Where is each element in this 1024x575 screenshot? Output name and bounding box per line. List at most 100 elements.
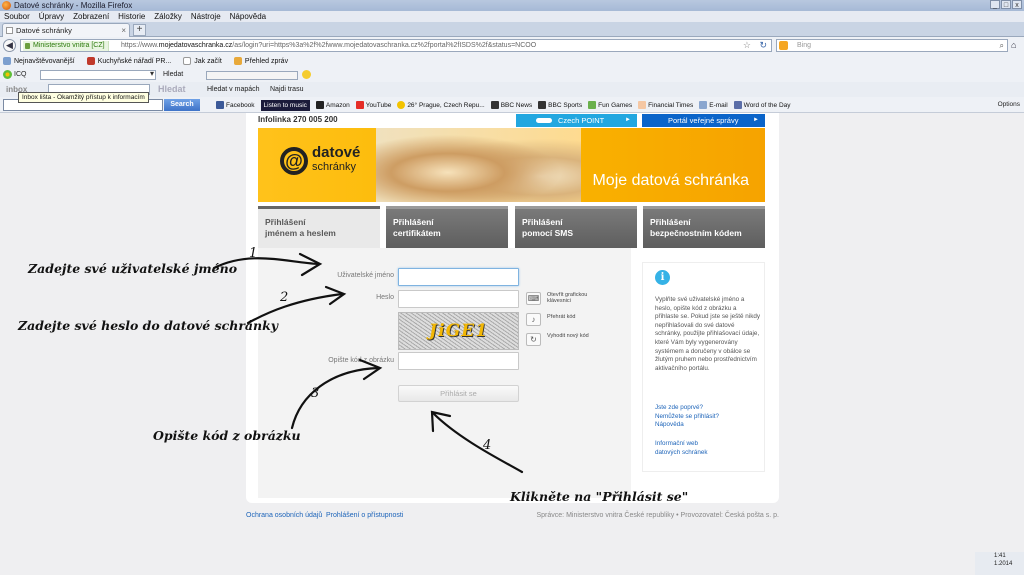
url-text[interactable]: https://www.mojedatovaschranka.cz/as/log… <box>121 40 536 51</box>
logo-text: datové schránky <box>312 145 360 174</box>
bookmark-kitchen[interactable]: Kuchyňské nářadí PR... <box>86 57 171 65</box>
info-text: Vyplňte své uživatelské jméno a heslo, o… <box>655 296 761 372</box>
toolbar-options-button[interactable]: Options <box>998 97 1020 113</box>
username-input[interactable] <box>398 268 519 286</box>
tab-login-certificate[interactable]: Přihlášení certifikátem <box>386 206 508 248</box>
tab-datove-schranky[interactable]: Datové schránky × <box>2 23 130 37</box>
firefox-icon <box>2 1 11 10</box>
menu-nastroje[interactable]: Nástroje <box>191 11 221 22</box>
toolbar-link-label: Word of the Day <box>743 101 791 109</box>
toolbar-link-label: Fun Games <box>598 101 633 109</box>
new-code-link[interactable]: Vyhodit nový kód <box>547 333 597 339</box>
accessibility-link[interactable]: Prohlášení o přístupnosti <box>326 512 403 519</box>
toolbar-youtube[interactable]: YouTube <box>355 101 392 109</box>
captcha-label: Opište kód z obrázku <box>328 357 394 364</box>
czech-point-link[interactable]: Czech POINT ► <box>516 114 637 127</box>
privacy-link[interactable]: Ochrana osobních údajů <box>246 512 322 519</box>
play-code-link[interactable]: Přehrát kód <box>547 314 597 320</box>
first-time-link[interactable]: Jste zde poprvé? <box>655 404 719 413</box>
banner-slogan: Moje datová schránka <box>592 172 749 189</box>
rss-icon <box>233 57 242 65</box>
portal-link[interactable]: Portál veřejné správy ► <box>642 114 765 127</box>
toolbar-fun-games[interactable]: Fun Games <box>588 101 632 109</box>
new-tab-button[interactable]: + <box>133 24 146 36</box>
tab-line1: Přihlášení <box>522 217 563 227</box>
bookmark-star-icon[interactable]: ☆ <box>743 40 751 51</box>
menu-napoveda[interactable]: Nápověda <box>230 11 266 22</box>
taskbar-clock: 1:41 1.2014 <box>975 552 1024 575</box>
icq-search-combo[interactable] <box>40 69 156 80</box>
menu-zalozky[interactable]: Záložky <box>154 11 182 22</box>
open-keyboard-link[interactable]: Otevřít grafickou klávesnici <box>547 292 597 304</box>
login-button[interactable]: Přihlásit se <box>398 385 519 402</box>
minimize-button[interactable]: _ <box>990 0 1000 9</box>
toolbar-email[interactable]: E-mail <box>699 101 728 109</box>
toolbar-link-label: Listen to music <box>263 101 307 109</box>
help-link[interactable]: Nápověda <box>655 421 719 430</box>
tab-login-password[interactable]: Přihlášení jménem a heslem <box>258 206 380 248</box>
login-method-tabs: Přihlášení jménem a heslem Přihlášení ce… <box>258 206 765 248</box>
tab-line2: bezpečnostním kódem <box>650 228 742 238</box>
tab-login-security-code[interactable]: Přihlášení bezpečnostním kódem <box>643 206 765 248</box>
close-window-button[interactable]: x <box>1012 0 1022 9</box>
home-icon[interactable]: ⌂ <box>1011 40 1016 50</box>
bookmark-icon <box>3 57 11 65</box>
close-tab-icon[interactable]: × <box>121 24 126 38</box>
menu-bar: Soubor Úpravy Zobrazení Historie Záložky… <box>0 11 1024 22</box>
window-controls: _ □ x <box>990 0 1022 9</box>
password-label: Heslo <box>376 294 394 301</box>
back-button[interactable]: ◀ <box>3 39 16 52</box>
cannot-login-link[interactable]: Nemůžete se přihlásit? <box>655 413 719 422</box>
arrow-right-icon: ► <box>625 117 631 123</box>
window-title: Datové schránky - Mozilla Firefox <box>14 1 133 10</box>
inbox-search-button[interactable]: Hledat <box>158 82 186 97</box>
toolbar-facebook[interactable]: Facebook <box>216 101 255 109</box>
menu-upravy[interactable]: Úpravy <box>39 11 64 22</box>
find-route-button[interactable]: Najdi trasu <box>270 82 303 97</box>
url-bar[interactable]: Ministerstvo vnitra [CZ] https://www.moj… <box>20 39 772 52</box>
step-number-4: 4 <box>483 438 492 453</box>
icq-find-button[interactable]: Hledat <box>163 68 183 82</box>
portal-label: Portál veřejné správy <box>668 116 739 125</box>
icq-slider[interactable] <box>206 71 298 80</box>
keyboard-icon[interactable]: ⌨ <box>526 292 541 305</box>
toolbar-bbc-sports[interactable]: BBC Sports <box>538 101 582 109</box>
toolbar-financial-times[interactable]: Financial Times <box>638 101 693 109</box>
toolbar-link-label: YouTube <box>365 101 392 109</box>
toolbar-listen-music[interactable]: Listen to music <box>260 99 310 111</box>
menu-zobrazeni[interactable]: Zobrazení <box>73 11 109 22</box>
bing-engine-icon[interactable] <box>779 41 788 50</box>
icq-flower-icon[interactable] <box>3 70 12 79</box>
toolbar-weather[interactable]: 26° Prague, Czech Repu... <box>397 101 485 109</box>
bookmark-most-visited[interactable]: Nejnavštěvovanější <box>3 57 75 65</box>
toolbar-bbc-news[interactable]: BBC News <box>490 101 532 109</box>
audio-icon[interactable]: ♪ <box>526 313 541 326</box>
bookmark-icon <box>86 57 95 65</box>
search-icon[interactable]: ⌕ <box>1000 40 1004 51</box>
site-identity-badge[interactable]: Ministerstvo vnitra [CZ] <box>23 41 109 51</box>
smiley-icon[interactable] <box>302 70 311 79</box>
toolbar-amazon[interactable]: Amazon <box>315 101 350 109</box>
icq-toolbar: ICQ Hledat <box>0 68 1024 82</box>
toolbar-word-of-day[interactable]: Word of the Day <box>733 101 791 109</box>
refresh-icon[interactable]: ↻ <box>526 333 541 346</box>
url-prefix: https://www. <box>121 42 159 49</box>
book-icon <box>733 101 742 109</box>
bbc-icon <box>538 101 547 109</box>
bookmark-news-overview[interactable]: Přehled zpráv <box>233 57 288 65</box>
toolbar-search-button[interactable]: Search <box>164 99 200 111</box>
bookmark-getting-started[interactable]: Jak začít <box>183 57 222 65</box>
search-maps-button[interactable]: Hledat v mapách <box>207 82 260 97</box>
captcha-code: JiGE1 <box>427 321 490 341</box>
reload-icon[interactable]: ↻ <box>759 40 767 51</box>
step-number-3: 3 <box>311 386 320 401</box>
menu-soubor[interactable]: Soubor <box>4 11 30 22</box>
password-input[interactable] <box>398 290 519 308</box>
maximize-button[interactable]: □ <box>1001 0 1011 9</box>
info-web-link[interactable]: Informační web datových schránek <box>655 440 708 457</box>
menu-historie[interactable]: Historie <box>118 11 145 22</box>
tab-login-sms[interactable]: Přihlášení pomocí SMS <box>515 206 637 248</box>
search-bar[interactable]: Bing ⌕ <box>776 39 1008 52</box>
info-web-line1: Informační web <box>655 440 699 447</box>
captcha-input[interactable] <box>398 352 519 370</box>
